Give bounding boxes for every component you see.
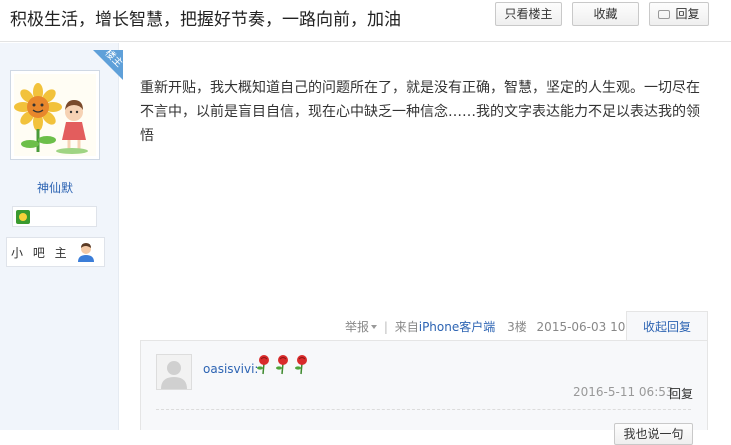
author-name-link[interactable]: 神仙默 [0,179,110,196]
reply-button[interactable]: 回复 [649,2,709,26]
reply-reply-link[interactable]: 回复 [669,385,693,402]
report-link[interactable]: 举报 [345,320,378,334]
moderator-person-icon [78,243,94,262]
reply-button-label: 回复 [675,7,700,21]
thread-title: 积极生活，增长智慧，把握好节奏，一路向前，加油 [10,10,401,30]
report-label: 举报 [345,320,370,334]
reply-divider [156,409,691,410]
level-badge[interactable] [12,206,97,227]
default-user-icon [157,355,191,389]
reply-avatar[interactable] [156,354,192,390]
chevron-down-icon [371,325,378,329]
role-badge[interactable]: 小 吧 主 [6,237,105,267]
level-icon [16,210,30,224]
say-something-button[interactable]: 我也说一句 [614,423,693,445]
fold-reply-button[interactable]: 收起回复 [626,311,708,341]
favorite-button[interactable]: 收藏 [572,2,639,26]
thread-header: 积极生活，增长智慧，把握好节奏，一路向前，加油 只看楼主 收藏 回复 [0,0,731,42]
role-label: 小 吧 主 [11,246,70,260]
post-tail: 举报 | 来自iPhone客户端 3楼 2015-06-03 10:53 [345,318,645,335]
reply-list: oasisvivi: 2016-5-11 06:53 回复 我也说一句 [140,340,708,445]
only-louzhu-button[interactable]: 只看楼主 [495,2,562,26]
client-link[interactable]: iPhone客户端 [419,320,496,334]
source-prefix: 来自 [394,320,419,334]
rose-icon [295,355,307,375]
post-content: 重新开贴，我大概知道自己的问题所在了，就是没有正确，智慧，坚定的人生观。一切尽在… [140,80,700,144]
sunflower-avatar-image [14,74,96,156]
comment-icon [658,10,671,19]
rose-icon [257,355,269,375]
author-column: 楼主 神仙默 小 吧 主 [0,43,123,430]
tail-separator: | [383,320,388,334]
reply-time: 2016-5-11 06:53 [573,385,674,399]
reply-username-link[interactable]: oasisvivi: [203,362,258,376]
rose-icon [276,355,288,375]
author-avatar[interactable] [10,70,100,160]
floor-number: 3楼 [507,320,527,334]
rose-emoji-icons [257,355,307,375]
